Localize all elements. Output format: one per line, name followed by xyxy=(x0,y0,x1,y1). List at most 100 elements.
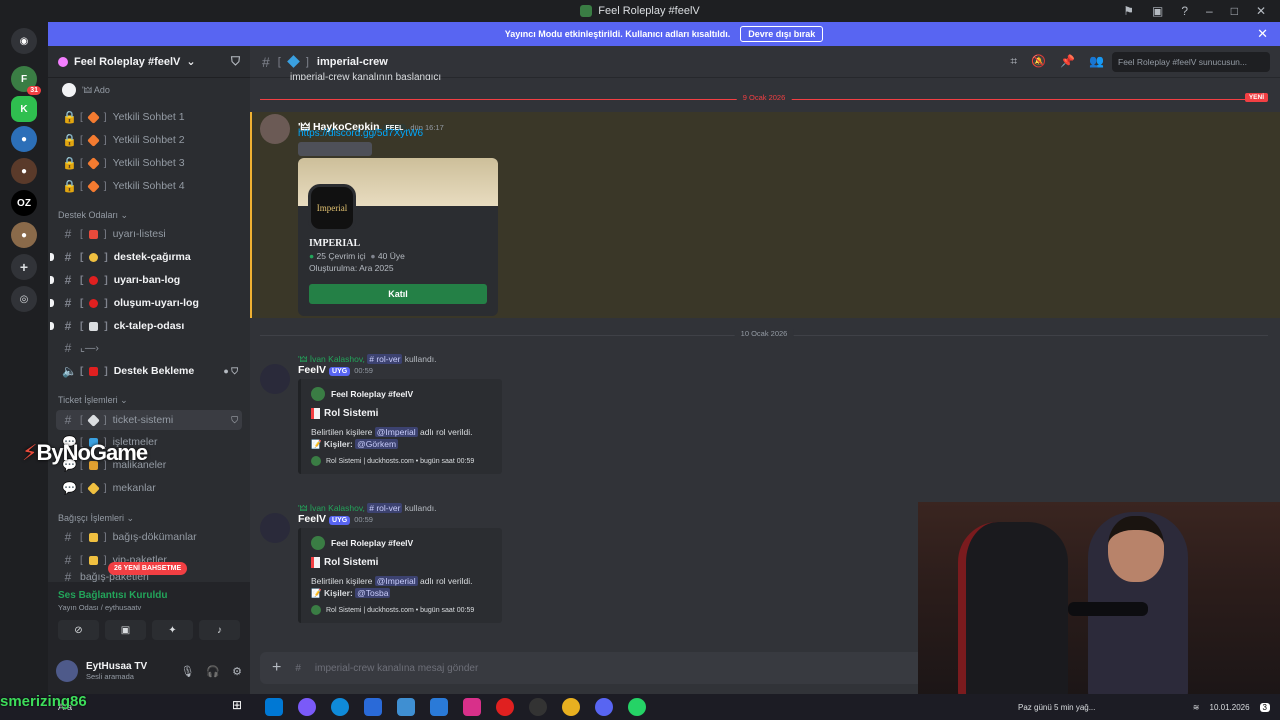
lock-icon: 🔒 xyxy=(62,179,77,193)
channel-uyari-ban-log[interactable]: #[] uyarı-ban-log xyxy=(50,270,242,290)
avatar[interactable] xyxy=(56,660,78,682)
webcam-overlay xyxy=(918,502,1280,708)
minimize-button[interactable]: – xyxy=(1206,4,1213,18)
store-icon[interactable] xyxy=(265,698,283,716)
instagram-icon[interactable] xyxy=(463,698,481,716)
avatar[interactable] xyxy=(260,114,290,144)
bot-avatar xyxy=(311,605,321,615)
clock-date[interactable]: 10.01.2026 xyxy=(1210,703,1250,712)
no-entry-icon xyxy=(89,298,99,308)
discord-taskbar-icon[interactable] xyxy=(595,698,613,716)
channel-ck-talep-odasi[interactable]: #[] ck-talep-odası xyxy=(50,316,242,336)
search-input[interactable]: Feel Roleplay #feelV sunucusun... xyxy=(1112,51,1270,72)
join-button[interactable]: Katıl xyxy=(309,284,487,304)
category-ticket[interactable]: Ticket İşlemleri ⌄ xyxy=(58,395,128,406)
camera-off-button[interactable]: ⊘ xyxy=(58,620,99,640)
spoiler-block[interactable] xyxy=(298,142,372,156)
server-icon-k[interactable]: K xyxy=(11,96,37,122)
discord-home-icon[interactable]: ◉ xyxy=(11,28,37,54)
channel-locked-4[interactable]: 🔒[] Yetkili Sohbet 4 xyxy=(56,176,242,196)
channel-ticket-sistemi[interactable]: #[] ticket-sistemi ⛉ xyxy=(56,410,242,430)
bulb-icon xyxy=(89,252,99,262)
notification-text[interactable]: Paz günü 5 min yağ... xyxy=(1018,703,1095,712)
hash-icon: # xyxy=(64,553,72,567)
attach-plus-icon[interactable]: + xyxy=(272,659,281,677)
avatar[interactable] xyxy=(260,364,290,394)
microphone-icon[interactable]: 🎙 xyxy=(180,665,194,678)
screen-share-button[interactable]: ▣ xyxy=(105,620,146,640)
server-icon-oz[interactable]: OZ xyxy=(11,190,37,216)
soundboard-button[interactable]: ♪ xyxy=(199,620,240,640)
hash-icon: # xyxy=(64,227,72,241)
hash-icon: # xyxy=(64,319,72,333)
add-server-icon[interactable]: + xyxy=(11,254,37,280)
channel-locked-3[interactable]: 🔒[] Yetkili Sohbet 3 xyxy=(56,153,242,173)
pin-icon[interactable]: 📌 xyxy=(1060,54,1075,69)
channel-bagis-dokumanlar[interactable]: #[] bağış-dökümanlar xyxy=(56,527,242,547)
discover-icon[interactable]: ◎ xyxy=(11,286,37,312)
category-destek[interactable]: Destek Odaları ⌄ xyxy=(58,210,128,221)
chat-icon[interactable]: ● ⛉ xyxy=(223,366,242,377)
maximize-button[interactable]: □ xyxy=(1231,4,1238,18)
disable-streamer-mode-button[interactable]: Devre dışı bırak xyxy=(740,26,824,42)
voice-channel-destek-bekleme[interactable]: 🔈[] Destek Bekleme ● ⛉ xyxy=(56,361,242,381)
wifi-icon[interactable]: ≋ xyxy=(1193,703,1200,712)
invite-link[interactable]: https://discord.gg/5d7XytW6 xyxy=(298,128,423,139)
close-icon[interactable]: ✕ xyxy=(1257,26,1268,42)
channel-uyari-listesi[interactable]: #[] uyarı-listesi xyxy=(56,224,242,244)
channel-arrow[interactable]: # ⌞—› xyxy=(56,338,242,358)
mute-bell-icon[interactable]: 🔕 xyxy=(1031,54,1046,69)
unread-indicator xyxy=(50,299,54,307)
channel-locked-1[interactable]: 🔒[] Yetkili Sohbet 1 xyxy=(56,107,242,127)
lock-icon: 🔒 xyxy=(62,110,77,124)
channel-locked-2[interactable]: 🔒[] Yetkili Sohbet 2 xyxy=(56,130,242,150)
add-member-icon[interactable]: ⛉ xyxy=(231,415,242,426)
server-icon-feel[interactable]: F 31 xyxy=(11,66,41,95)
channel-title: imperial-crew xyxy=(316,55,388,68)
memo-icon: 📝 xyxy=(311,439,322,449)
message-author[interactable]: FeelV UYG 00:59 xyxy=(298,364,373,376)
channel-name: destek-çağırma xyxy=(113,251,191,263)
channel-olusum-uyari-log[interactable]: #[] oluşum-uyarı-log xyxy=(50,293,242,313)
hash-icon: # xyxy=(64,413,72,427)
guild-header[interactable]: Feel Roleplay #feelV ⌄ ⛉ xyxy=(48,46,250,78)
user-panel: EytHusaa TV Sesli aramada 🎙 🎧 ⚙ xyxy=(48,648,250,694)
channel-name: uyarı-ban-log xyxy=(113,274,181,286)
add-member-icon[interactable]: ⛉ xyxy=(231,54,240,69)
threads-icon[interactable]: ⌗ xyxy=(1010,54,1017,69)
copilot-icon[interactable] xyxy=(298,698,316,716)
chevron-down-icon: ⌄ xyxy=(186,56,196,68)
server-icon-brown[interactable]: ● xyxy=(11,222,37,248)
members-icon[interactable]: 👥 xyxy=(1089,54,1104,69)
channel-mekanlar[interactable]: 💬[] mekanlar xyxy=(56,478,242,498)
server-icon-blue[interactable]: ● xyxy=(11,126,37,152)
headphones-icon[interactable]: 🎧 xyxy=(206,665,220,678)
github-icon[interactable] xyxy=(529,698,547,716)
close-window-button[interactable]: ✕ xyxy=(1256,4,1266,18)
outlook-icon[interactable] xyxy=(364,698,382,716)
channel-name: Yetkili Sohbet 2 xyxy=(112,134,185,146)
channel-destek-cagirma[interactable]: #[] destek-çağırma xyxy=(50,247,242,267)
chrome-icon[interactable] xyxy=(562,698,580,716)
message-input[interactable]: imperial-crew kanalına mesaj gönder xyxy=(315,663,478,674)
avatar[interactable] xyxy=(260,513,290,543)
edge-icon[interactable] xyxy=(331,698,349,716)
inbox-icon[interactable]: ⚑ xyxy=(1123,4,1134,18)
member-item[interactable]: '🜲 Ado xyxy=(56,80,242,100)
server-icon-avatar[interactable]: ● xyxy=(11,158,37,184)
help-icon[interactable]: ? xyxy=(1181,4,1188,18)
notification-badge[interactable]: 3 xyxy=(1259,702,1270,712)
screen-icon[interactable]: ▣ xyxy=(1152,4,1163,18)
new-messages-badge: YENİ xyxy=(1244,93,1268,102)
gear-icon[interactable]: ⚙ xyxy=(232,665,242,678)
activities-button[interactable]: ✦ xyxy=(152,620,193,640)
message-author[interactable]: FeelV UYG 00:59 xyxy=(298,513,373,525)
whatsapp-icon[interactable] xyxy=(628,698,646,716)
category-bagis[interactable]: Bağışçı İşlemleri ⌄ xyxy=(58,513,134,524)
task-view-icon[interactable]: ⊞ xyxy=(232,698,250,716)
sparkle-icon xyxy=(88,555,98,565)
vscode-icon[interactable] xyxy=(430,698,448,716)
opera-icon[interactable] xyxy=(496,698,514,716)
new-mentions-pill[interactable]: 26 YENİ BAHSETME xyxy=(108,562,188,575)
vscode-alt-icon[interactable] xyxy=(397,698,415,716)
